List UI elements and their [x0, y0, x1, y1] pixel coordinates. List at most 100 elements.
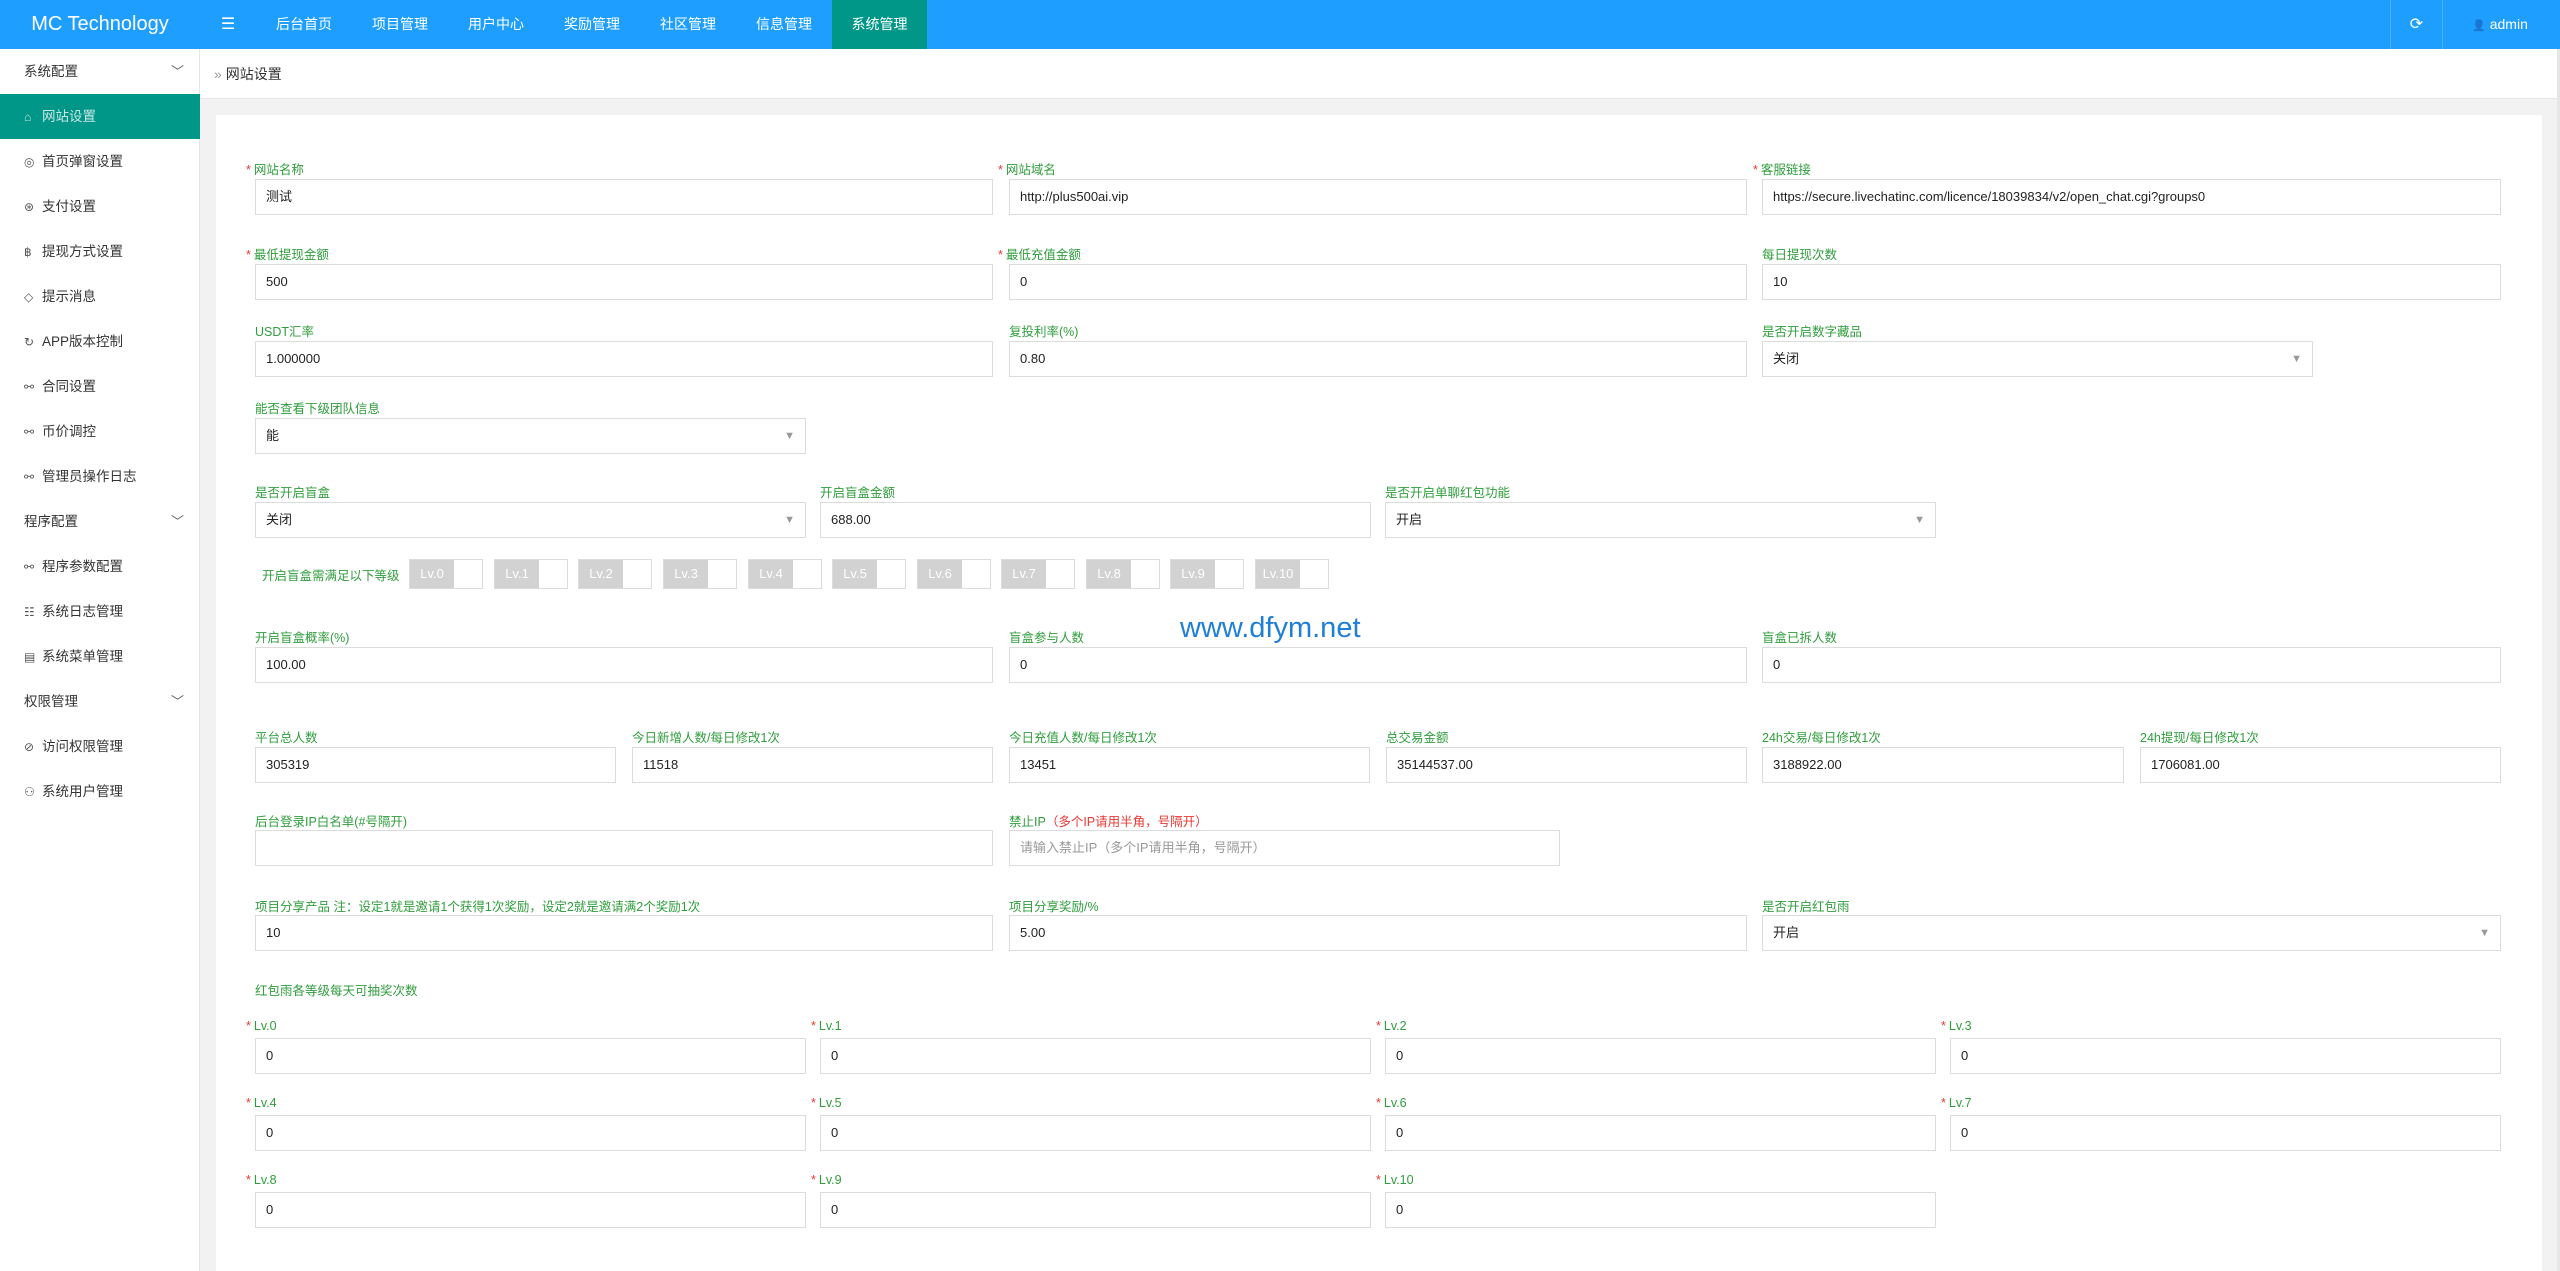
view-team-label: 能否查看下级团队信息: [255, 402, 381, 416]
level-checkbox-lv0[interactable]: Lv.0: [409, 559, 483, 589]
reinvest-rate-input[interactable]: 0.80: [1009, 341, 1747, 377]
rp-lv10-input[interactable]: 0: [1385, 1192, 1936, 1228]
chevron-down-icon: ﹀: [170, 64, 184, 79]
site-name-input[interactable]: 测试: [255, 179, 993, 215]
sidebar-item-popup-settings[interactable]: ◎ 首页弹窗设置: [0, 139, 200, 184]
min-recharge-input[interactable]: 0: [1009, 264, 1747, 300]
blind-box-select[interactable]: 关闭 ▼: [255, 502, 806, 538]
level-checkbox-lv3[interactable]: Lv.3: [663, 559, 737, 589]
total-trade-input[interactable]: 35144537.00: [1386, 747, 1747, 783]
view-team-select[interactable]: 能 ▼: [255, 418, 806, 454]
sidebar-item-system-users[interactable]: ⚇ 系统用户管理: [0, 769, 200, 814]
blind-box-prob-input[interactable]: 100.00: [255, 647, 993, 683]
ip-whitelist-input[interactable]: [255, 830, 993, 866]
required-mark: *: [1376, 1019, 1381, 1033]
blind-box-amount-input[interactable]: 688.00: [820, 502, 1371, 538]
rp-lv3-input[interactable]: 0: [1950, 1038, 2501, 1074]
usdt-rate-input[interactable]: 1.000000: [255, 341, 993, 377]
site-name-label: * 网站名称: [246, 159, 304, 178]
sidebar-item-access-permissions[interactable]: ⊘ 访问权限管理: [0, 724, 200, 769]
level-checkbox-lv1[interactable]: Lv.1: [494, 559, 568, 589]
level-checkbox-lv4[interactable]: Lv.4: [748, 559, 822, 589]
required-mark: *: [1941, 1019, 1946, 1033]
withdraw-24h-input[interactable]: 1706081.00: [2140, 747, 2501, 783]
sidebar-item-payment-settings[interactable]: ⊛ 支付设置: [0, 184, 200, 229]
trade-24h-input[interactable]: 3188922.00: [1762, 747, 2124, 783]
blind-box-opened-input[interactable]: 0: [1762, 647, 2501, 683]
level-checkbox-lv10[interactable]: Lv.10: [1255, 559, 1329, 589]
label-text: 最低提现金额: [253, 248, 329, 262]
rp-lv2-input[interactable]: 0: [1385, 1038, 1936, 1074]
rp-lv5-input[interactable]: 0: [820, 1115, 1371, 1151]
sidebar-item-label: 合同设置: [42, 379, 96, 394]
sidebar-item-tips[interactable]: ◇ 提示消息: [0, 274, 200, 319]
dropdown-arrow-icon: ▼: [784, 514, 795, 526]
level-checkbox-lv7[interactable]: Lv.7: [1001, 559, 1075, 589]
sidebar-item-coin-price[interactable]: ⚯ 币价调控: [0, 409, 200, 454]
level-checkbox-lv9[interactable]: Lv.9: [1170, 559, 1244, 589]
single-redpacket-select[interactable]: 开启 ▼: [1385, 502, 1936, 538]
sidebar-item-system-menu[interactable]: ▤ 系统菜单管理: [0, 634, 200, 679]
sidebar-group-system-config[interactable]: 系统配置 ﹀: [0, 49, 200, 94]
rp-lv9-input[interactable]: 0: [820, 1192, 1371, 1228]
sidebar-item-withdraw-method[interactable]: ฿ 提现方式设置: [0, 229, 200, 274]
nav-community[interactable]: 社区管理: [648, 0, 728, 49]
dropdown-arrow-icon: ▼: [1914, 514, 1925, 526]
nav-users[interactable]: 用户中心: [456, 0, 536, 49]
level-checkbox-lv6[interactable]: Lv.6: [917, 559, 991, 589]
sidebar-item-label: 访问权限管理: [42, 739, 123, 754]
label-text: 禁止IP: [1009, 815, 1046, 829]
rp-lv1-input[interactable]: 0: [820, 1038, 1371, 1074]
platform-users-input[interactable]: 305319: [255, 747, 616, 783]
sidebar-item-label: 提现方式设置: [42, 244, 123, 259]
nav-dashboard[interactable]: 后台首页: [264, 0, 344, 49]
sidebar-item-app-version[interactable]: ↻ APP版本控制: [0, 319, 200, 364]
rp-lv6-input[interactable]: 0: [1385, 1115, 1936, 1151]
min-withdraw-input[interactable]: 500: [255, 264, 993, 300]
blind-box-participants-input[interactable]: 0: [1009, 647, 1747, 683]
sidebar-item-label: APP版本控制: [42, 334, 124, 349]
today-recharge-input[interactable]: 13451: [1009, 747, 1370, 783]
sidebar-item-admin-log[interactable]: ⚯ 管理员操作日志: [0, 454, 200, 499]
menu-toggle-icon[interactable]: ☰: [210, 0, 246, 49]
service-link-input[interactable]: https://secure.livechatinc.com/licence/1…: [1762, 179, 2501, 215]
required-mark: *: [246, 1096, 251, 1110]
sidebar-item-program-params[interactable]: ⚯ 程序参数配置: [0, 544, 200, 589]
popup-icon: ◎: [24, 155, 35, 169]
digital-collection-select[interactable]: 关闭 ▼: [1762, 341, 2313, 377]
chevron-down-icon: ﹀: [170, 514, 184, 529]
project-share-reward-input[interactable]: 5.00: [1009, 915, 1747, 951]
user-icon: 👤: [2472, 20, 2486, 32]
breadcrumb-label: 网站设置: [225, 66, 282, 82]
link-icon: ⚯: [24, 425, 35, 439]
rp-lv8-input[interactable]: 0: [255, 1192, 806, 1228]
nav-projects[interactable]: 项目管理: [360, 0, 440, 49]
level-checkbox-lv5[interactable]: Lv.5: [832, 559, 906, 589]
rp-lv0-input[interactable]: 0: [255, 1038, 806, 1074]
sidebar-item-contract[interactable]: ⚯ 合同设置: [0, 364, 200, 409]
today-new-input[interactable]: 11518: [632, 747, 993, 783]
blind-box-opened-label: 盲盒已拆人数: [1762, 631, 1838, 645]
daily-withdraw-input[interactable]: 10: [1762, 264, 2501, 300]
rp-lv7-input[interactable]: 0: [1950, 1115, 2501, 1151]
ip-ban-input[interactable]: 请输入禁止IP（多个IP请用半角，号隔开）: [1009, 830, 1560, 866]
home-icon: ⌂: [24, 110, 32, 124]
site-domain-input[interactable]: http://plus500ai.vip: [1009, 179, 1747, 215]
project-share-input[interactable]: 10: [255, 915, 993, 951]
user-menu[interactable]: 👤 admin: [2442, 0, 2557, 49]
nav-info[interactable]: 信息管理: [744, 0, 824, 49]
refresh-icon[interactable]: ⟳: [2390, 0, 2442, 49]
sidebar-item-label: 程序参数配置: [42, 559, 123, 574]
level-checkbox-lv2[interactable]: Lv.2: [578, 559, 652, 589]
blind-box-prob-label: 开启盲盒概率(%): [255, 631, 350, 645]
sidebar-group-permissions[interactable]: 权限管理 ﹀: [0, 679, 200, 724]
nav-rewards[interactable]: 奖励管理: [552, 0, 632, 49]
rp-lv4-input[interactable]: 0: [255, 1115, 806, 1151]
nav-system[interactable]: 系统管理: [832, 0, 927, 49]
sidebar-group-program-config[interactable]: 程序配置 ﹀: [0, 499, 200, 544]
redpacket-rain-select[interactable]: 开启 ▼: [1762, 915, 2501, 951]
sidebar-item-system-log[interactable]: ☷ 系统日志管理: [0, 589, 200, 634]
label-text: 网站名称: [253, 163, 304, 177]
sidebar-item-site-settings[interactable]: ⌂ 网站设置: [0, 94, 200, 139]
level-checkbox-lv8[interactable]: Lv.8: [1086, 559, 1160, 589]
